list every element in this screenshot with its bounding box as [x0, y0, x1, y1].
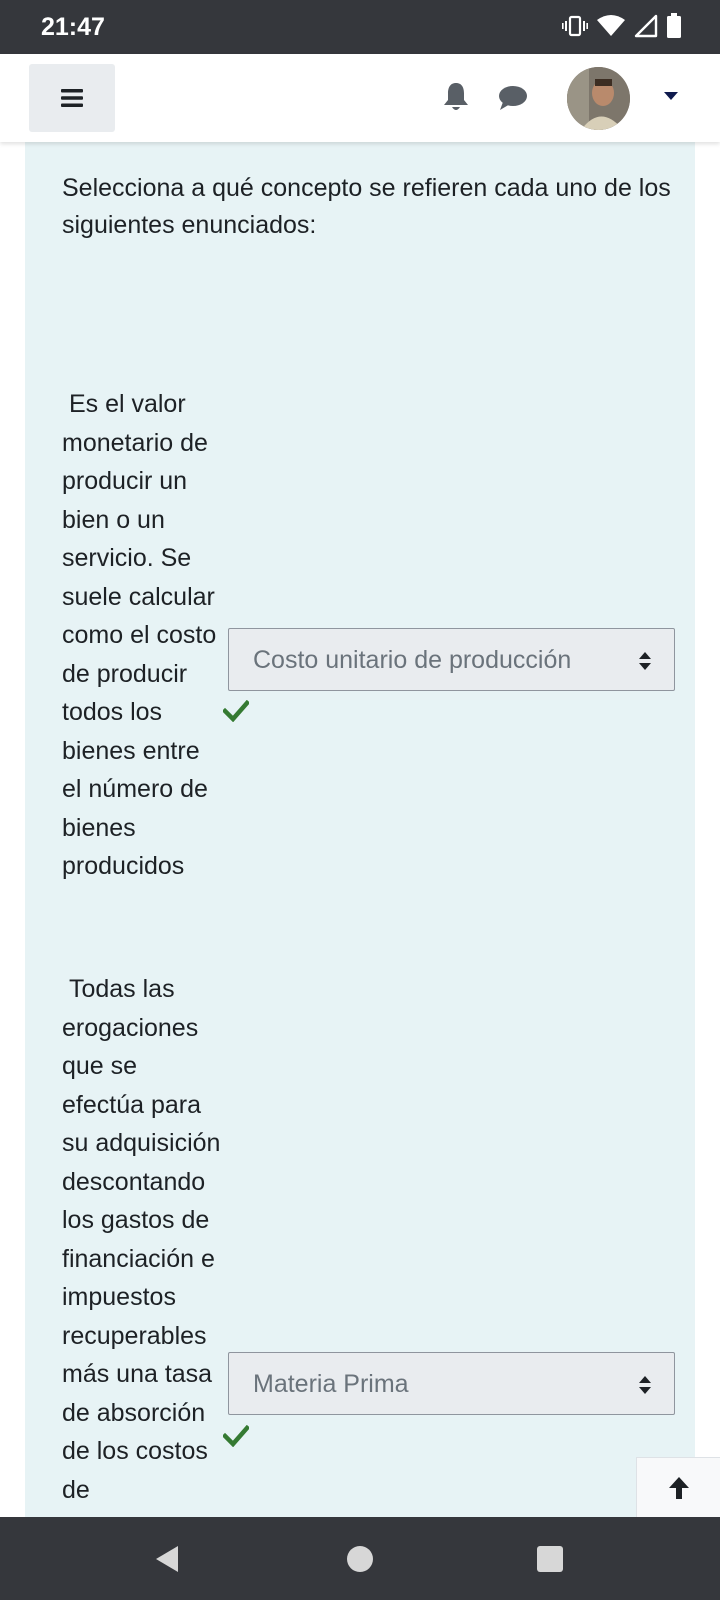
status-time: 21:47 [41, 13, 105, 41]
answer-select-1-value: Costo unitario de producción [253, 646, 572, 674]
signal-icon [634, 14, 658, 38]
select-arrows-icon [639, 652, 651, 670]
status-icons [562, 13, 682, 39]
vibrate-icon [562, 15, 588, 37]
wifi-icon [597, 15, 625, 36]
user-menu-toggle[interactable] [663, 89, 679, 101]
match-statement-1: Es el valor monetario de producir un bie… [62, 390, 224, 880]
question-prompt: Selecciona a qué concepto se refieren ca… [62, 174, 671, 239]
system-navigation-bar [0, 1517, 720, 1600]
answer-select-2[interactable]: Materia Prima [228, 1352, 675, 1415]
battery-icon [667, 13, 681, 38]
home-icon[interactable] [347, 1546, 373, 1572]
user-avatar[interactable] [567, 67, 630, 130]
back-icon[interactable] [154, 1544, 180, 1574]
hamburger-icon [61, 89, 83, 107]
arrow-up-icon [668, 1476, 689, 1499]
chat-icon [499, 86, 527, 110]
recent-apps-icon[interactable] [537, 1546, 563, 1572]
select-arrows-icon [639, 1376, 651, 1394]
caret-down-icon [664, 92, 678, 100]
avatar-image [567, 67, 630, 130]
answer-select-2-value: Materia Prima [253, 1370, 409, 1398]
answer-select-1[interactable]: Costo unitario de producción [228, 628, 675, 691]
menu-button[interactable] [29, 64, 115, 132]
question-card: Selecciona a qué concepto se refieren ca… [25, 142, 695, 1517]
status-bar: 21:47 [0, 0, 720, 54]
bell-icon [444, 83, 468, 110]
back-to-top-button[interactable] [636, 1457, 720, 1517]
top-navbar [0, 54, 720, 142]
match-statement-2: Todas las erogaciones que se efectúa par… [62, 975, 228, 1504]
check-icon [223, 700, 249, 722]
messages-button[interactable] [497, 84, 529, 112]
notifications-button[interactable] [442, 81, 470, 113]
check-icon [223, 1425, 249, 1447]
